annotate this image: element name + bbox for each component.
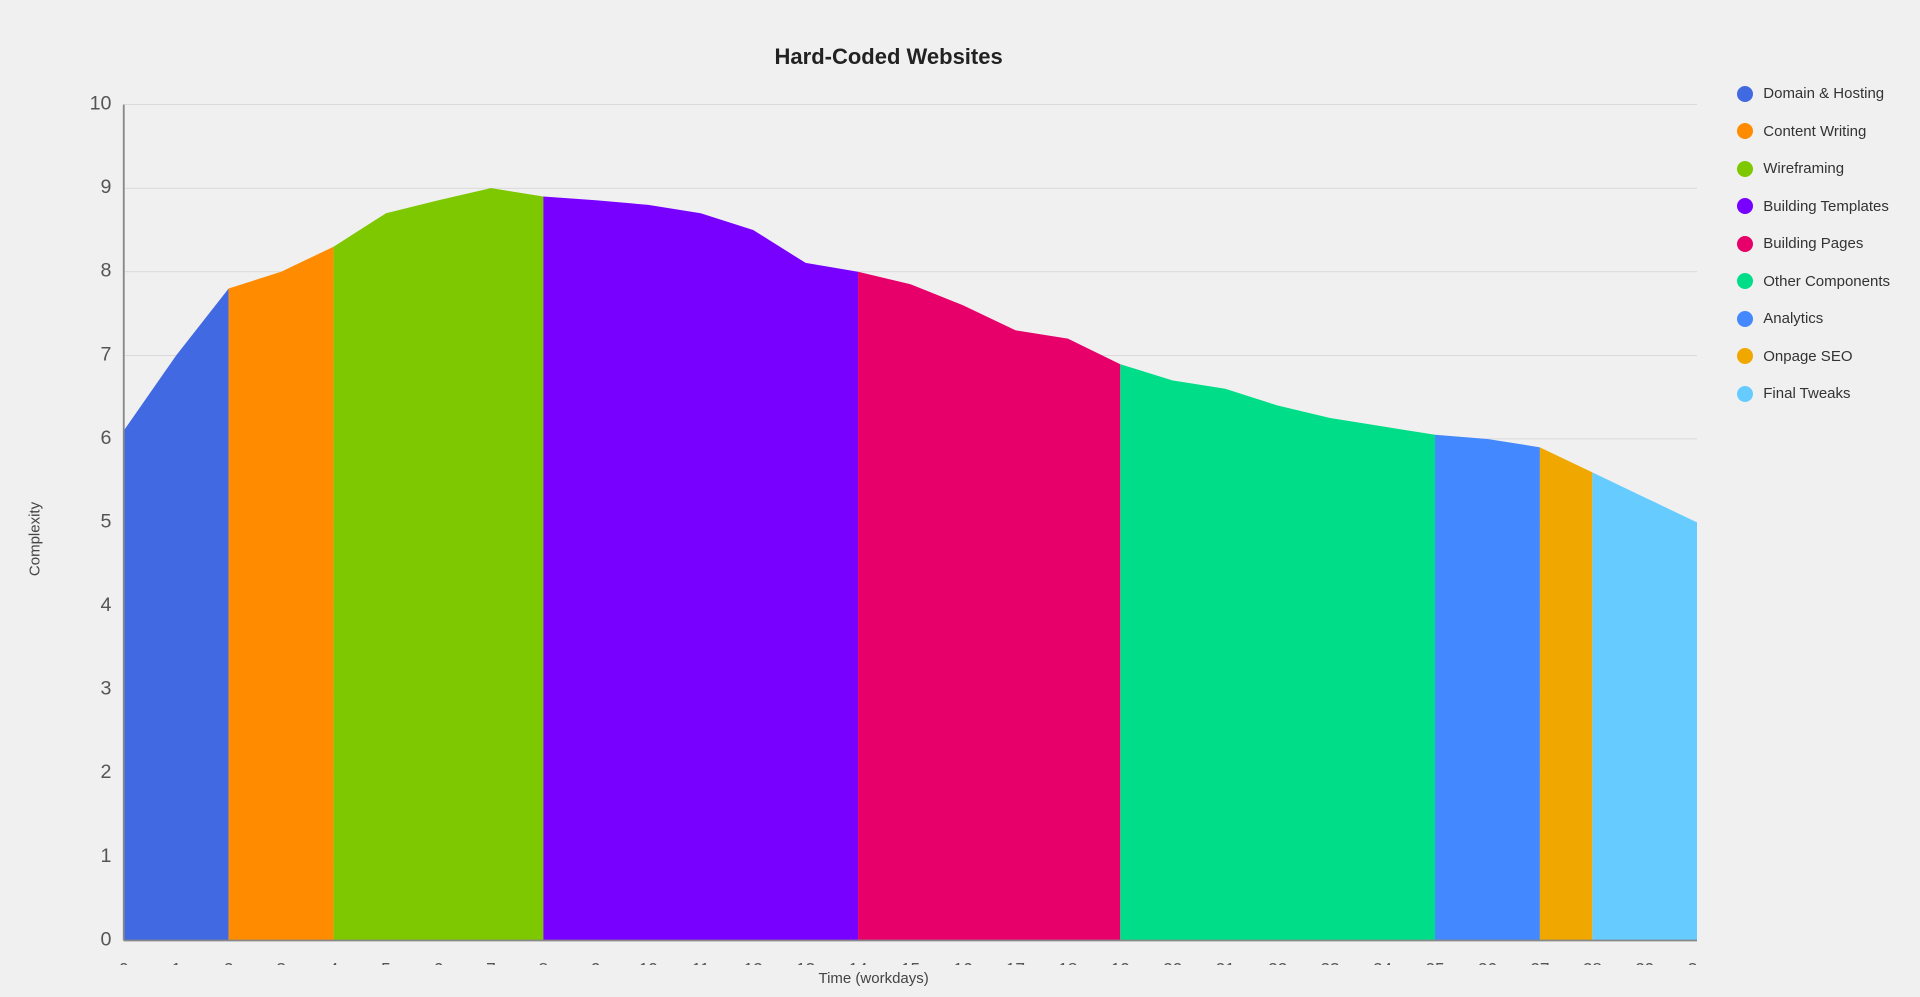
chart-area: Hard-Coded Websites Complexity [10,24,1707,884]
legend-dot-wire [1737,161,1753,177]
chart-wrapper: Hard-Coded Websites Complexity [10,24,1910,884]
legend-item-seo: Onpage SEO [1737,347,1890,367]
svg-text:9: 9 [101,176,112,198]
main-chart-svg: 0 1 2 3 4 5 6 7 8 9 10 0 1 [50,80,1697,965]
svg-text:3: 3 [101,678,112,700]
legend-dot-content [1737,123,1753,139]
legend-dot-other [1737,273,1753,289]
legend-label-other: Other Components [1763,272,1890,292]
chart-container: Hard-Coded Websites Complexity [0,0,1920,908]
legend-label-content: Content Writing [1763,122,1866,142]
legend-item-templates: Building Templates [1737,197,1890,217]
legend-dot-seo [1737,348,1753,364]
chart-plot-area: 0 1 2 3 4 5 6 7 8 9 10 0 1 [50,80,1707,997]
legend-dot-tweaks [1737,386,1753,402]
legend-item-content: Content Writing [1737,122,1890,142]
legend-item-pages: Building Pages [1737,234,1890,254]
svg-text:7: 7 [101,343,112,365]
legend-item-domain: Domain & Hosting [1737,84,1890,104]
svg-text:2: 2 [101,761,112,783]
x-axis-label: Time (workdays) [50,965,1697,997]
chart-legend: Domain & Hosting Content Writing Wirefra… [1707,24,1910,482]
legend-dot-pages [1737,236,1753,252]
legend-label-seo: Onpage SEO [1763,347,1852,367]
svg-text:8: 8 [101,260,112,282]
svg-text:10: 10 [90,93,112,115]
legend-label-domain: Domain & Hosting [1763,84,1884,104]
svg-text:0: 0 [101,928,112,950]
svg-text:1: 1 [101,845,112,867]
svg-text:4: 4 [101,594,112,616]
svg-text:6: 6 [101,427,112,449]
svg-text:5: 5 [101,510,112,532]
legend-item-tweaks: Final Tweaks [1737,384,1890,404]
legend-label-tweaks: Final Tweaks [1763,384,1850,404]
legend-item-analytics: Analytics [1737,309,1890,329]
legend-dot-analytics [1737,311,1753,327]
legend-dot-templates [1737,198,1753,214]
legend-label-templates: Building Templates [1763,197,1889,217]
chart-inner: Complexity [10,80,1707,997]
legend-label-analytics: Analytics [1763,309,1823,329]
chart-title: Hard-Coded Websites [10,24,1707,80]
legend-dot-domain [1737,86,1753,102]
legend-item-wire: Wireframing [1737,159,1890,179]
legend-label-pages: Building Pages [1763,234,1863,254]
legend-label-wire: Wireframing [1763,159,1844,179]
y-axis-label: Complexity [20,80,50,997]
legend-item-other: Other Components [1737,272,1890,292]
